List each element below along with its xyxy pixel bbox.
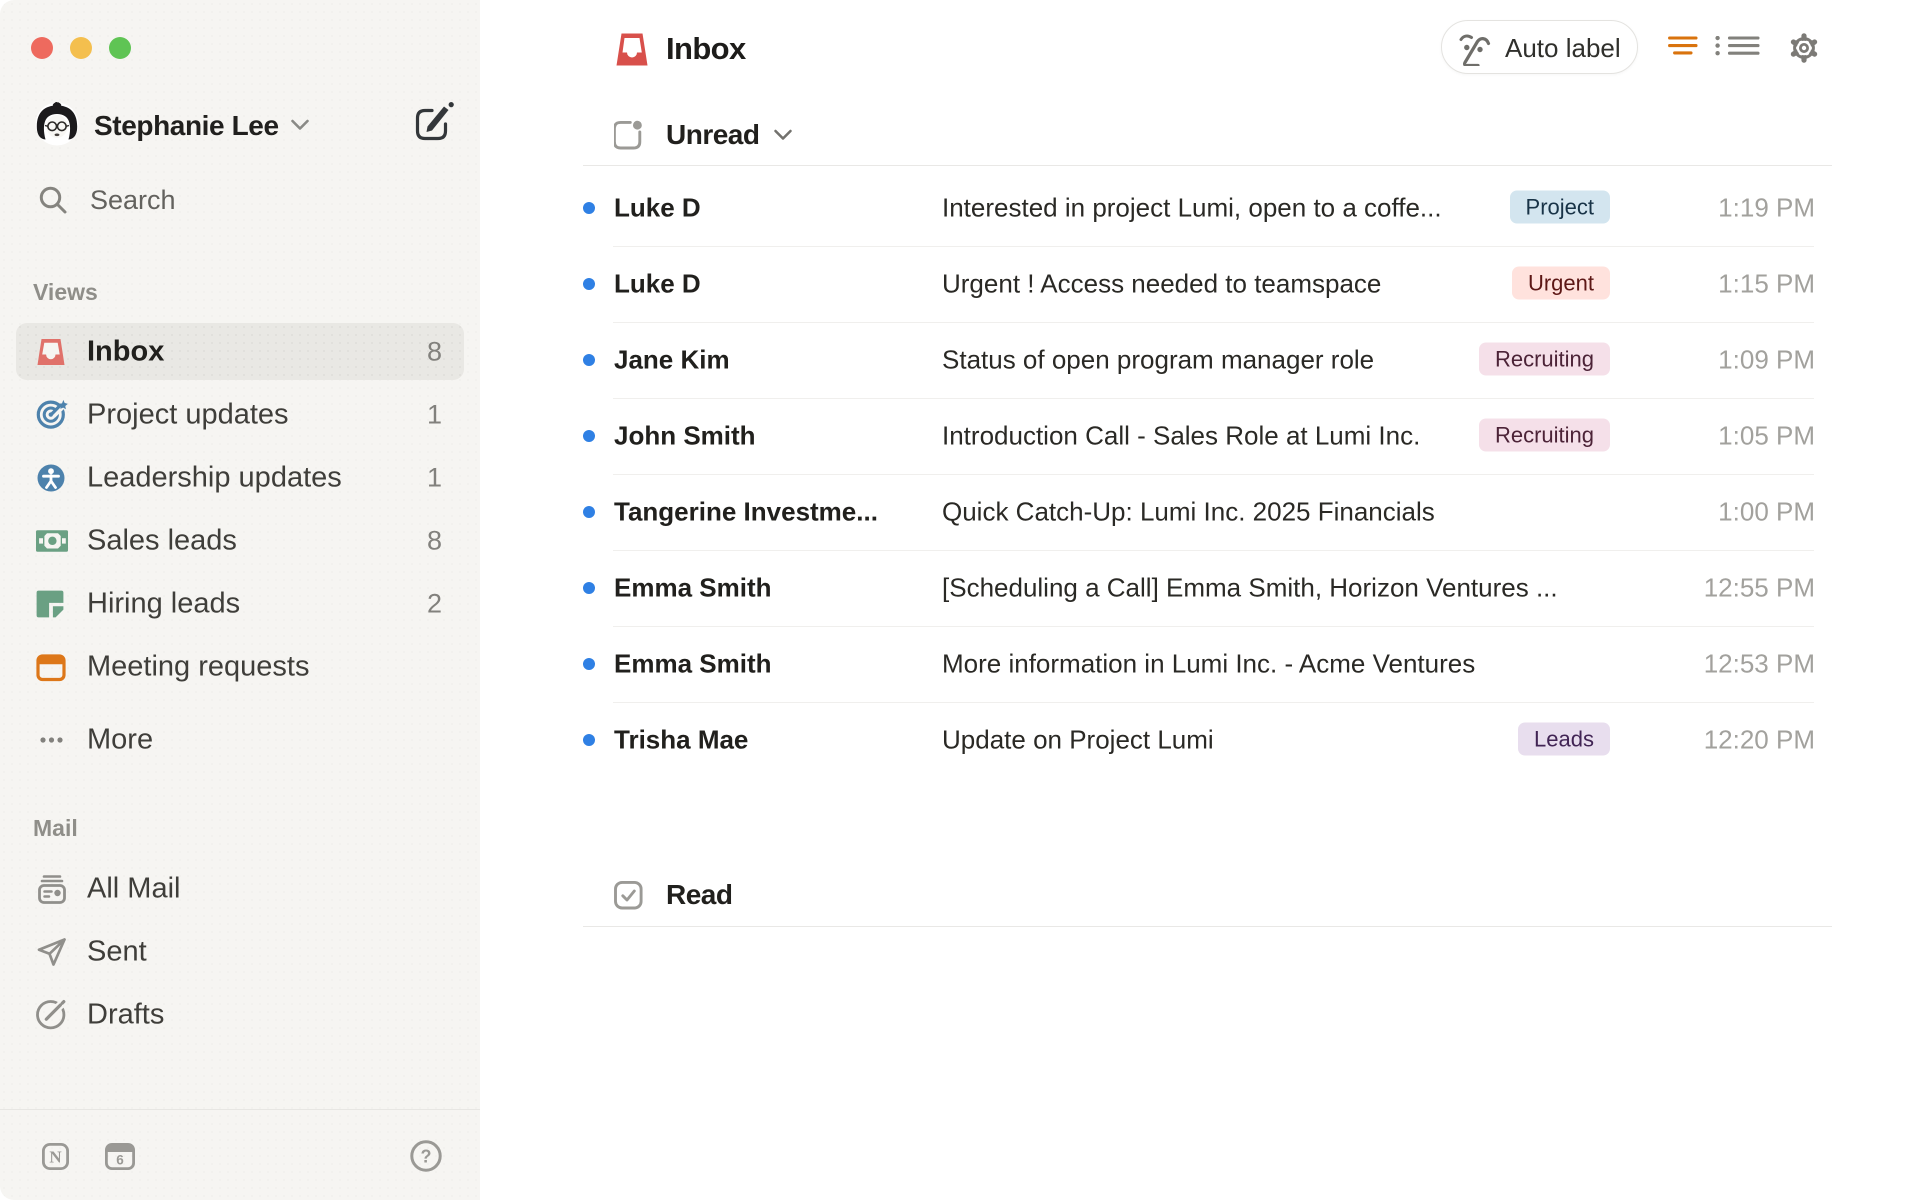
svg-text:N: N (49, 1148, 62, 1167)
svg-text:6: 6 (116, 1153, 124, 1168)
svg-text:?: ? (421, 1147, 432, 1167)
